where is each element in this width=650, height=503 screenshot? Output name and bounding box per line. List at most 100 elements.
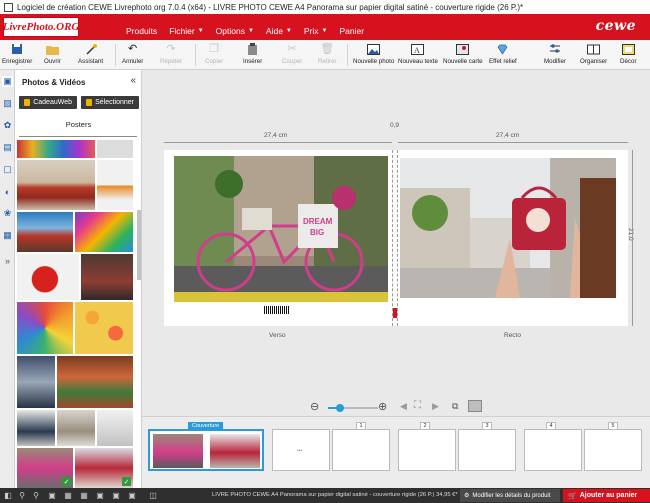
new-text-button[interactable]: A Nouveau texte	[398, 42, 438, 65]
open-button[interactable]: Ouvrir	[44, 42, 61, 65]
save-button[interactable]: Enregistrer	[2, 42, 32, 65]
cover-thumb-left	[153, 434, 203, 468]
page-recto[interactable]	[398, 150, 628, 326]
chevron-down-icon: ▼	[321, 28, 328, 34]
add-to-cart-button[interactable]: 🛒 Ajouter au panier	[563, 489, 650, 502]
photo-thumbnail-red-helmet[interactable]	[17, 254, 79, 300]
new-photo-button[interactable]: Nouvelle photo	[353, 42, 394, 65]
photo-thumbnail-vintage-car[interactable]	[81, 254, 133, 300]
backgrounds-tab-icon[interactable]: ▨	[2, 98, 13, 109]
organize-button[interactable]: Organiser	[580, 42, 607, 65]
editor-canvas: 27,4 cm 0,9 27,4 cm 21,0 cm DREAM BIG	[142, 70, 650, 415]
decor-button[interactable]: Décor	[620, 42, 637, 65]
filmstrip-page-intro[interactable]: •••	[272, 429, 330, 471]
layouts-tab-icon[interactable]: ▤	[2, 142, 13, 153]
copy-button[interactable]: ❐ Copier	[205, 42, 223, 65]
cut-button[interactable]: ✂ Couper	[282, 42, 302, 65]
folder-icon	[86, 99, 93, 106]
cadeauweb-button[interactable]: CadeauWeb	[19, 96, 77, 109]
page-verso[interactable]: DREAM BIG	[164, 150, 392, 326]
photo-thumbnail-red-bag[interactable]: ✓	[75, 448, 133, 488]
assistant-button[interactable]: Assistant	[78, 42, 103, 65]
preview-icon[interactable]: ⧉	[452, 401, 458, 412]
photo-thumbnail[interactable]	[97, 140, 133, 158]
photo-thumbnail[interactable]	[17, 410, 55, 446]
filmstrip-page-1[interactable]	[332, 429, 390, 471]
photo-thumbnail[interactable]	[57, 410, 95, 446]
filmstrip-page-2-left[interactable]	[398, 429, 456, 471]
image-icon	[367, 42, 381, 56]
undo-button[interactable]: ↶ Annuler	[122, 42, 143, 65]
bottom-tool-icon[interactable]: ◧	[3, 490, 13, 500]
photo-thumbnail[interactable]	[97, 410, 133, 446]
insert-button[interactable]: Insérer	[243, 42, 262, 65]
bottom-tool-icon[interactable]: ⚲	[31, 490, 41, 500]
menu-panier[interactable]: Panier	[333, 26, 370, 40]
stickers-tab-icon[interactable]: ❀	[2, 208, 13, 219]
expand-panel-icon[interactable]: »	[2, 255, 13, 266]
photo-red-bag-street[interactable]	[400, 158, 616, 298]
magic-wand-icon	[84, 42, 98, 56]
fit-screen-icon[interactable]: ⛶	[414, 400, 421, 411]
menu-fichier[interactable]: Fichier ▼	[163, 26, 209, 40]
filmstrip-cover[interactable]	[148, 429, 264, 471]
photo-thumbnail-market[interactable]	[57, 356, 133, 408]
photo-thumbnail-pencils[interactable]	[75, 212, 133, 252]
window-title: Logiciel de création CEWE Livrephoto org…	[17, 2, 524, 12]
photo-thumbnail[interactable]	[17, 140, 95, 158]
menu-produits[interactable]: Produits	[120, 26, 163, 40]
photo-thumbnail[interactable]	[97, 160, 133, 210]
photo-thumbnail-citrus[interactable]	[75, 302, 133, 354]
menu-aide[interactable]: Aide ▼	[260, 26, 298, 40]
remove-button[interactable]: 🗑 Retirer	[318, 42, 337, 65]
relief-effect-button[interactable]: Effet relief	[489, 42, 517, 65]
frames-tab-icon[interactable]: ▢	[2, 164, 13, 175]
zoom-in-icon[interactable]: ⊕	[378, 400, 387, 413]
photo-thumbnail-pink-bike[interactable]: ✓	[17, 448, 73, 488]
select-button[interactable]: Sélectionner	[81, 96, 139, 109]
page-number-1: 1	[356, 422, 366, 430]
main-menu: Produits Fichier ▼ Options ▼ Aide ▼ Prix ▼ P…	[120, 14, 370, 40]
photo-thumbnail[interactable]	[17, 356, 55, 408]
toggle-panel-icon[interactable]: ◫	[148, 490, 158, 500]
bottom-tool-icon[interactable]: ▣	[127, 490, 137, 500]
panel-scrollbar[interactable]	[137, 210, 141, 280]
bottom-tool-icon[interactable]: ▣	[95, 490, 105, 500]
filmstrip-page-5[interactable]	[584, 429, 642, 471]
filmstrip-page-4[interactable]	[524, 429, 582, 471]
zoom-out-icon[interactable]: ⊖	[310, 400, 319, 413]
paste-icon	[246, 42, 260, 56]
zoom-slider-thumb[interactable]	[336, 404, 344, 412]
redo-button[interactable]: ↷ Répéter	[160, 42, 182, 65]
texts-tab-icon[interactable]: ▦	[2, 230, 13, 241]
collapse-panel-icon[interactable]: «	[130, 75, 136, 86]
photos-tab-icon[interactable]: ▣	[2, 76, 13, 87]
modify-product-details-button[interactable]: ⚙ Modifier les détails du produit	[460, 489, 560, 502]
bottom-tool-icon[interactable]: ▦	[63, 490, 73, 500]
photo-thumbnail-red-truck[interactable]	[17, 160, 95, 210]
photo-thumbnail-umbrellas[interactable]	[17, 302, 73, 354]
bottom-tool-icon[interactable]: ▣	[111, 490, 121, 500]
photo-thumbnail-red-car[interactable]	[17, 212, 73, 252]
new-map-button[interactable]: Nouvelle carte	[443, 42, 483, 65]
zoom-slider-track[interactable]	[328, 404, 378, 412]
category-posters[interactable]: Posters	[15, 120, 142, 129]
left-tool-strip: ▣ ▨ ✿ ▤ ▢ ◐ ❀ ▦ »	[0, 70, 15, 488]
scissors-icon: ✂	[287, 42, 297, 55]
spine-width-label: 0,9	[390, 122, 400, 129]
bottom-tool-icon[interactable]: ⚲	[17, 490, 27, 500]
toolbar-separator	[347, 44, 348, 66]
title-bar: Logiciel de création CEWE Livrephoto org…	[0, 0, 650, 14]
cliparts-tab-icon[interactable]: ✿	[2, 120, 13, 131]
edit-button[interactable]: Modifier	[544, 42, 566, 65]
next-page-icon[interactable]: ▶	[432, 401, 439, 412]
bottom-tool-icon[interactable]: ▣	[47, 490, 57, 500]
filmstrip-page-2-right[interactable]	[458, 429, 516, 471]
menu-prix[interactable]: Prix ▼	[298, 26, 334, 40]
livrephoto-logo: LivrePhoto.ORG	[3, 17, 79, 37]
masks-tab-icon[interactable]: ◐	[2, 186, 13, 197]
bottom-tool-icon[interactable]: ▦	[79, 490, 89, 500]
previous-page-icon[interactable]: ◀	[400, 401, 407, 412]
grid-view-icon[interactable]	[468, 400, 482, 412]
menu-options[interactable]: Options ▼	[210, 26, 260, 40]
